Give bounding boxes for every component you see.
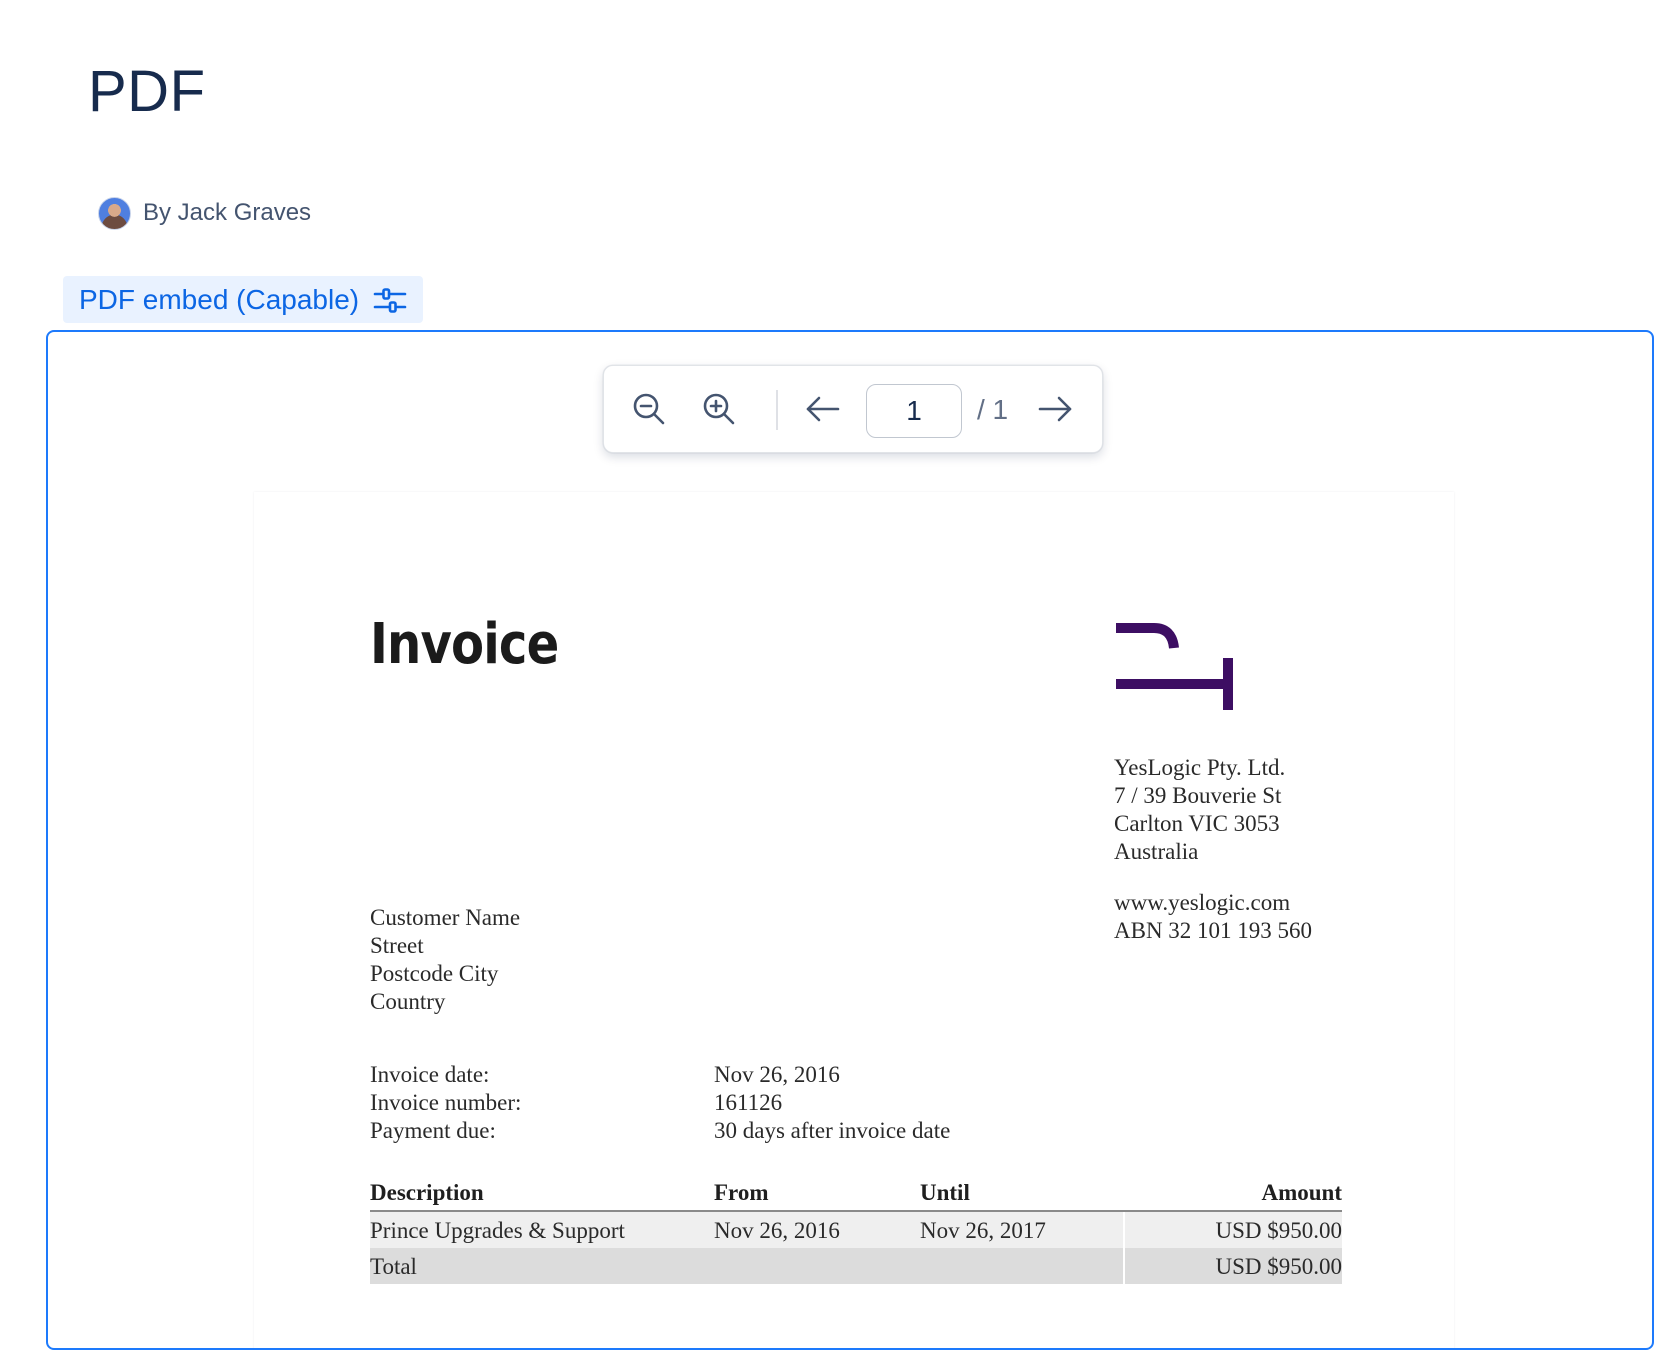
table-cell <box>714 1248 920 1284</box>
author-avatar[interactable] <box>98 196 131 230</box>
macro-label: PDF embed (Capable) <box>79 283 360 315</box>
company-web: www.yeslogic.com ABN 32 101 193 560 <box>1114 889 1312 945</box>
meta-label: Payment due: <box>370 1118 496 1143</box>
pdf-embed-frame[interactable]: / 1 Invoice YesLogic Pty. Ltd. 7 / 39 Bo… <box>46 330 1654 1350</box>
company-logo <box>1116 623 1233 710</box>
arrow-left-icon <box>806 396 840 422</box>
invoice-table: Description From Until Amount Prince Upg… <box>370 1178 1342 1284</box>
settings-sliders-icon <box>373 286 407 314</box>
meta-value: 30 days after invoice date <box>714 1118 951 1143</box>
meta-label: Invoice number: <box>370 1090 522 1115</box>
table-cell: Nov 26, 2016 <box>714 1211 920 1248</box>
byline-text[interactable]: By Jack Graves <box>143 199 311 227</box>
table-header-row: Description From Until Amount <box>370 1178 1342 1212</box>
toolbar-divider <box>776 390 778 430</box>
table-cell <box>920 1248 1124 1284</box>
meta-value: 161126 <box>714 1090 783 1115</box>
zoom-out-button[interactable] <box>626 386 672 432</box>
previous-page-button[interactable] <box>800 386 846 432</box>
company-line: 7 / 39 Bouverie St <box>1114 783 1282 808</box>
table-row: Prince Upgrades & Support Nov 26, 2016 N… <box>370 1211 1342 1248</box>
invoice-meta-labels: Invoice date: Invoice number: Payment du… <box>370 1061 521 1145</box>
next-page-button[interactable] <box>1032 386 1078 432</box>
arrow-right-icon <box>1038 396 1072 422</box>
zoom-out-icon <box>633 393 665 425</box>
invoice-title: Invoice <box>370 612 559 677</box>
company-website: www.yeslogic.com <box>1114 890 1291 915</box>
invoice-meta-values: Nov 26, 2016 161126 30 days after invoic… <box>714 1061 950 1145</box>
table-cell: Nov 26, 2017 <box>920 1211 1124 1248</box>
customer-address: Customer Name Street Postcode City Count… <box>370 904 520 1016</box>
pdf-page: Invoice YesLogic Pty. Ltd. 7 / 39 Bouver… <box>254 492 1454 1348</box>
zoom-in-icon <box>703 393 735 425</box>
company-line: Australia <box>1114 839 1199 864</box>
company-abn: ABN 32 101 193 560 <box>1114 918 1313 943</box>
customer-line: Street <box>370 933 424 958</box>
customer-line: Customer Name <box>370 905 521 930</box>
macro-tag-button[interactable]: PDF embed (Capable) <box>63 276 424 323</box>
company-address: YesLogic Pty. Ltd. 7 / 39 Bouverie St Ca… <box>1114 754 1285 866</box>
table-total-row: Total USD $950.00 <box>370 1248 1342 1284</box>
column-header: Until <box>920 1178 1124 1212</box>
table-cell: Prince Upgrades & Support <box>370 1211 714 1248</box>
column-header: Description <box>370 1178 714 1212</box>
meta-value: Nov 26, 2016 <box>714 1062 840 1087</box>
total-label: Total <box>370 1248 714 1284</box>
customer-line: Postcode City <box>370 961 499 986</box>
byline: By Jack Graves <box>98 196 311 230</box>
table-cell: USD $950.00 <box>1123 1211 1342 1248</box>
total-amount: USD $950.00 <box>1123 1248 1342 1284</box>
meta-label: Invoice date: <box>370 1062 490 1087</box>
zoom-in-button[interactable] <box>696 386 742 432</box>
page-number-input[interactable] <box>866 384 962 438</box>
pdf-toolbar: / 1 <box>603 365 1103 453</box>
column-header: Amount <box>1124 1178 1342 1212</box>
column-header: From <box>714 1178 920 1212</box>
company-line: Carlton VIC 3053 <box>1114 811 1280 836</box>
company-line: YesLogic Pty. Ltd. <box>1114 755 1286 780</box>
customer-line: Country <box>370 989 446 1014</box>
page-title: PDF <box>88 59 206 124</box>
page-total: / 1 <box>977 394 1009 425</box>
